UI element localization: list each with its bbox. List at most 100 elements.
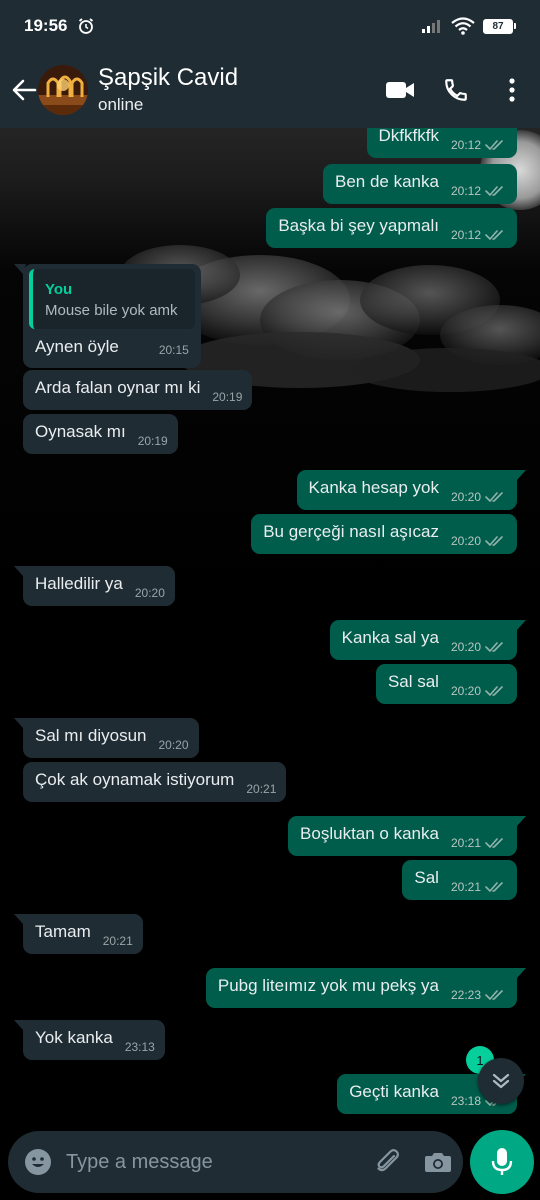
outgoing-message[interactable]: Bu gerçeği nasıl aşıcaz 20:20 (251, 514, 517, 554)
outgoing-message[interactable]: Sal sal 20:20 (375, 664, 517, 704)
incoming-message[interactable]: Arda falan oynar mı ki 20:19 (23, 370, 253, 410)
message-time: 20:20 (450, 640, 481, 654)
message-text: Tamam (35, 922, 91, 941)
read-receipt-icon (485, 990, 503, 1000)
chat-header: Şapşik Cavid online (0, 52, 540, 128)
system-status-bar: 19:56 87 (0, 0, 540, 52)
more-options-button[interactable] (484, 62, 540, 118)
message-time: 20:19 (137, 434, 168, 448)
incoming-message[interactable]: Yok kanka 23:13 (14, 1020, 165, 1060)
message-time: 20:20 (450, 684, 481, 698)
more-vert-icon (509, 78, 515, 102)
camera-icon (425, 1153, 451, 1172)
message-input[interactable] (66, 1142, 363, 1182)
message-composer (8, 1131, 463, 1193)
mic-icon (491, 1148, 513, 1175)
voice-call-button[interactable] (428, 62, 484, 118)
outgoing-message[interactable]: Kanka sal ya 20:20 (329, 620, 526, 660)
contact-name: Şapşik Cavid (98, 64, 239, 91)
quoted-author: You (45, 281, 73, 298)
signal-icon (422, 20, 440, 33)
bubble-tail (14, 566, 26, 576)
incoming-message[interactable]: Oynasak mı 20:19 (23, 414, 178, 454)
quoted-message[interactable]: You Mouse bile yok amk (29, 269, 195, 329)
message-text: Dkfkfkfk (378, 128, 439, 145)
message-text: Halledilir ya (35, 574, 123, 593)
quoted-text: Mouse bile yok amk (45, 302, 178, 319)
message-time: 20:12 (450, 138, 481, 152)
message-text: Sal (414, 868, 439, 887)
contact-avatar[interactable] (38, 65, 88, 115)
battery-indicator: 87 (483, 18, 516, 34)
incoming-message-reply[interactable]: You Mouse bile yok amk Aynen öyle 20:15 (14, 264, 201, 368)
read-receipt-icon (485, 140, 503, 150)
outgoing-message[interactable]: Ben de kanka 20:12 (323, 164, 517, 204)
message-time: 23:18 (450, 1094, 481, 1108)
incoming-message[interactable]: Sal mı diyosun 20:20 (14, 718, 199, 758)
message-time: 23:13 (124, 1040, 155, 1054)
message-time: 20:20 (158, 738, 189, 752)
message-text: Aynen öyle (35, 337, 119, 356)
read-receipt-icon (485, 186, 503, 196)
message-time: 20:20 (450, 534, 481, 548)
outgoing-message[interactable]: Pubg liteımız yok mu pekş ya 22:23 (205, 968, 526, 1008)
outgoing-message[interactable]: Boşluktan o kanka 20:21 (288, 816, 526, 856)
message-text: Sal sal (387, 672, 439, 691)
read-receipt-icon (485, 686, 503, 696)
message-time: 20:12 (450, 184, 481, 198)
contact-info[interactable]: Şapşik Cavid online (98, 64, 238, 116)
video-call-button[interactable] (372, 62, 428, 118)
read-receipt-icon (485, 492, 503, 502)
contact-status: online (98, 95, 144, 114)
message-text: Arda falan oynar mı ki (35, 378, 201, 397)
outgoing-message[interactable]: Kanka hesap yok 20:20 (296, 470, 526, 510)
message-text: Sal mı diyosun (35, 726, 147, 745)
camera-button[interactable] (413, 1134, 463, 1190)
message-text: Yok kanka (35, 1028, 113, 1047)
message-text: Başka bi şey yapmalı (278, 216, 439, 235)
message-time: 20:12 (450, 228, 481, 242)
message-text: Oynasak mı (35, 422, 126, 441)
outgoing-message[interactable]: Başka bi şey yapmalı 20:12 (266, 208, 517, 248)
message-text: Pubg liteımız yok mu pekş ya (217, 976, 439, 995)
outgoing-message[interactable]: Dkfkfkfk 20:12 (366, 128, 517, 158)
video-call-icon (386, 82, 414, 98)
battery-level: 87 (483, 18, 513, 34)
message-list[interactable]: Dkfkfkfk 20:12 Ben de kanka 20:12 Başka bi ş… (0, 128, 540, 1128)
emoji-icon (25, 1149, 51, 1175)
incoming-message[interactable]: Çok ak oynamak istiyorum 20:21 (23, 762, 287, 802)
double-chevron-down-icon (492, 1073, 510, 1089)
bubble-tail (514, 968, 526, 978)
read-receipt-icon (485, 838, 503, 848)
incoming-message[interactable]: Halledilir ya 20:20 (14, 566, 175, 606)
message-time: 20:21 (102, 934, 133, 948)
incoming-message[interactable]: Tamam 20:21 (14, 914, 143, 954)
bubble-tail (514, 816, 526, 826)
message-time: 22:23 (450, 988, 481, 1002)
message-time: 20:20 (134, 586, 165, 600)
bubble-tail (14, 1020, 26, 1030)
back-arrow-icon (12, 79, 37, 101)
message-text: Boşluktan o kanka (300, 824, 439, 843)
voice-message-button[interactable] (470, 1130, 534, 1194)
read-receipt-icon (485, 536, 503, 546)
message-text: Geçti kanka (349, 1082, 439, 1101)
bubble-tail (14, 264, 26, 274)
outgoing-message[interactable]: Sal 20:21 (402, 860, 517, 900)
alarm-icon (79, 18, 94, 34)
read-receipt-icon (485, 230, 503, 240)
bubble-tail (14, 718, 26, 728)
message-time: 20:19 (212, 390, 243, 404)
bubble-tail (514, 470, 526, 480)
attach-button[interactable] (363, 1134, 413, 1190)
emoji-button[interactable] (10, 1134, 66, 1190)
status-time: 19:56 (24, 16, 68, 35)
message-text: Kanka sal ya (341, 628, 439, 647)
message-text: Çok ak oynamak istiyorum (35, 770, 235, 789)
bubble-tail (14, 914, 26, 924)
message-time: 20:20 (450, 490, 481, 504)
bubble-tail (514, 620, 526, 630)
read-receipt-icon (485, 642, 503, 652)
message-time: 20:15 (158, 343, 189, 357)
scroll-to-bottom-button[interactable] (478, 1058, 524, 1104)
